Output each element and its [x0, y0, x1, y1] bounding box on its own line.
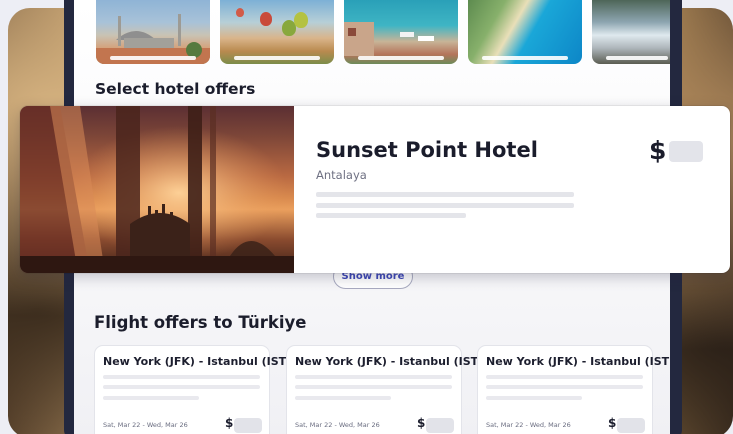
text-placeholder [103, 396, 199, 400]
flight-dates: Sat, Mar 22 - Wed, Mar 26 [103, 421, 188, 429]
text-placeholder [295, 385, 452, 389]
flight-route: New York (JFK) - Istanbul (IST) [486, 355, 670, 368]
thumbnail-caption-placeholder [358, 56, 444, 60]
destination-thumbnail-1[interactable] [96, 0, 210, 64]
hotel-offers-heading: Select hotel offers [95, 80, 256, 98]
flight-route: New York (JFK) - Istanbul (IST) [103, 355, 292, 368]
flight-offer-card[interactable]: New York (JFK) - Istanbul (IST) Sat, Mar… [286, 345, 483, 434]
harbor-icon [344, 22, 434, 56]
hotel-photo [20, 106, 294, 273]
flight-offers-heading: Flight offers to Türkiye [94, 313, 307, 332]
hotel-location: Antalaya [316, 168, 367, 182]
price-placeholder [617, 418, 645, 433]
flight-offer-card[interactable]: New York (JFK) - Istanbul (IST) Sat, Mar… [477, 345, 670, 434]
destination-thumbnail-4[interactable] [468, 0, 582, 64]
flight-dates: Sat, Mar 22 - Wed, Mar 26 [295, 421, 380, 429]
hotel-price-placeholder [669, 141, 703, 162]
text-placeholder [316, 192, 574, 197]
thumbnail-caption-placeholder [482, 56, 568, 60]
stage: Select hotel offers Show more Flight off… [0, 0, 733, 434]
hotel-name: Sunset Point Hotel [316, 138, 538, 162]
text-placeholder [295, 375, 452, 379]
thumbnail-caption-placeholder [110, 56, 196, 60]
thumbnail-caption-placeholder [234, 56, 320, 60]
mosque-skyline-icon [96, 14, 210, 64]
text-placeholder [316, 203, 574, 208]
text-placeholder [295, 396, 391, 400]
balloon-icon [294, 12, 308, 28]
flight-dates: Sat, Mar 22 - Wed, Mar 26 [486, 421, 571, 429]
balloon-icon [236, 8, 244, 17]
price-currency: $ [225, 416, 234, 430]
destination-thumbnail-2[interactable] [220, 0, 334, 64]
thumbnail-caption-placeholder [606, 56, 668, 60]
text-placeholder [103, 375, 260, 379]
text-placeholder [103, 385, 260, 389]
flight-route: New York (JFK) - Istanbul (IST) [295, 355, 484, 368]
hotel-offer-card[interactable]: Sunset Point Hotel Antalaya $ [20, 106, 730, 273]
flight-offer-card[interactable]: New York (JFK) - Istanbul (IST) Sat, Mar… [94, 345, 291, 434]
destination-thumbnail-5[interactable] [592, 0, 670, 64]
destination-thumbnail-3[interactable] [344, 0, 458, 64]
text-placeholder [486, 385, 643, 389]
sunset-window-icon [20, 106, 294, 273]
price-placeholder [234, 418, 262, 433]
price-currency: $ [608, 416, 617, 430]
balloon-icon [260, 12, 272, 26]
text-placeholder [486, 375, 643, 379]
price-currency: $ [417, 416, 426, 430]
text-placeholder [316, 213, 466, 218]
hotel-price-currency: $ [649, 136, 667, 165]
text-placeholder [486, 396, 582, 400]
price-placeholder [426, 418, 454, 433]
